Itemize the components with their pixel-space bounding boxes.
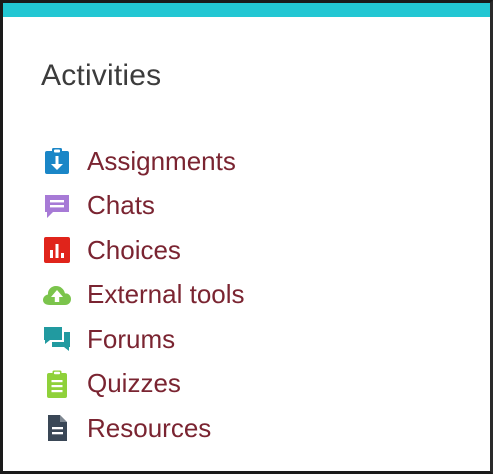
resource-icon xyxy=(41,412,73,444)
activity-link[interactable]: Resources xyxy=(87,413,211,444)
activity-link[interactable]: Quizzes xyxy=(87,368,181,399)
activity-item-chats[interactable]: Chats xyxy=(41,184,245,229)
activity-item-assignments[interactable]: Assignments xyxy=(41,139,245,184)
block-title: Activities xyxy=(41,59,162,92)
block-accent-bar xyxy=(3,3,490,17)
activity-item-quizzes[interactable]: Quizzes xyxy=(41,362,245,407)
activity-link[interactable]: Assignments xyxy=(87,146,236,177)
activity-list: Assignments Chats Choices External tools… xyxy=(41,139,245,451)
quiz-icon xyxy=(41,368,73,400)
chat-icon xyxy=(41,190,73,222)
activity-link[interactable]: Forums xyxy=(87,324,175,355)
assignment-icon xyxy=(41,145,73,177)
activity-link[interactable]: External tools xyxy=(87,279,245,310)
external-tool-icon xyxy=(41,279,73,311)
activities-block: Activities Assignments Chats Choices Ext… xyxy=(0,0,493,474)
activity-item-choices[interactable]: Choices xyxy=(41,228,245,273)
forum-icon xyxy=(41,323,73,355)
choice-icon xyxy=(41,234,73,266)
activity-item-forums[interactable]: Forums xyxy=(41,317,245,362)
activity-item-resources[interactable]: Resources xyxy=(41,406,245,451)
activity-link[interactable]: Choices xyxy=(87,235,181,266)
activity-link[interactable]: Chats xyxy=(87,190,155,221)
activity-item-external-tools[interactable]: External tools xyxy=(41,273,245,318)
